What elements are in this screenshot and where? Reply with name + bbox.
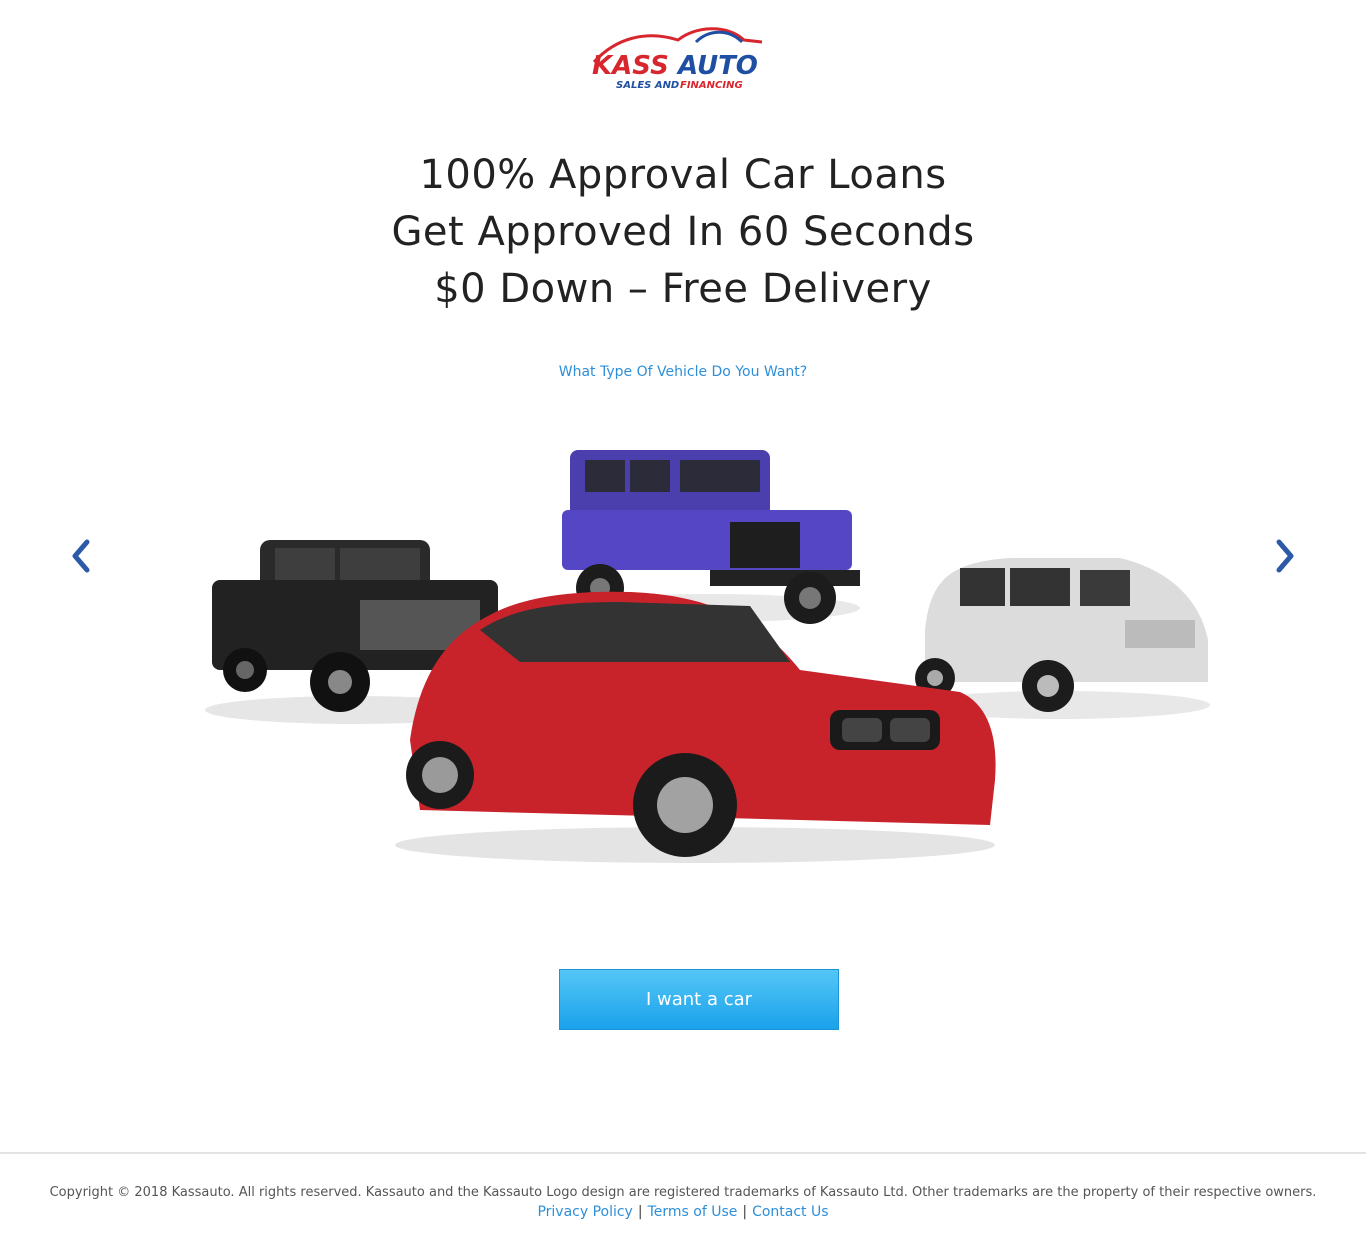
logo-graphic: KASS AUTO SALES AND FINANCING xyxy=(592,27,763,91)
logo-tagline-2: FINANCING xyxy=(680,80,743,91)
headline: 100% Approval Car Loans Get Approved In … xyxy=(0,147,1366,318)
logo-brand-kass: KASS xyxy=(592,51,669,81)
privacy-policy-link[interactable]: Privacy Policy xyxy=(537,1204,632,1220)
vehicle-question: What Type Of Vehicle Do You Want? xyxy=(558,364,808,380)
contact-us-link[interactable]: Contact Us xyxy=(752,1204,828,1220)
kass-auto-logo[interactable]: KASS AUTO SALES AND FINANCING xyxy=(586,18,780,94)
footer-link-separator: | xyxy=(742,1204,748,1220)
footer-links: Privacy Policy | Terms of Use | Contact Us xyxy=(0,1204,1366,1220)
headline-line-3: $0 Down – Free Delivery xyxy=(434,266,932,312)
footer-divider xyxy=(0,1152,1366,1154)
chevron-right-icon xyxy=(1276,539,1294,573)
footer-copyright: Copyright © 2018 Kassauto. All rights re… xyxy=(49,1185,1317,1200)
vehicle-carousel[interactable] xyxy=(190,430,1230,870)
red-sedan-image[interactable] xyxy=(395,591,996,863)
headline-line-2: Get Approved In 60 Seconds xyxy=(391,209,975,255)
terms-of-use-link[interactable]: Terms of Use xyxy=(648,1204,738,1220)
footer-link-separator: | xyxy=(637,1204,643,1220)
chevron-left-icon xyxy=(72,539,90,573)
logo-tagline-1: SALES AND xyxy=(616,80,679,91)
vehicle-illustration xyxy=(205,450,1210,863)
carousel-prev-button[interactable] xyxy=(67,536,95,576)
carousel-next-button[interactable] xyxy=(1271,536,1299,576)
logo-brand-auto: AUTO xyxy=(676,51,758,81)
headline-line-1: 100% Approval Car Loans xyxy=(419,152,947,198)
i-want-a-car-button[interactable]: I want a car xyxy=(559,969,839,1030)
